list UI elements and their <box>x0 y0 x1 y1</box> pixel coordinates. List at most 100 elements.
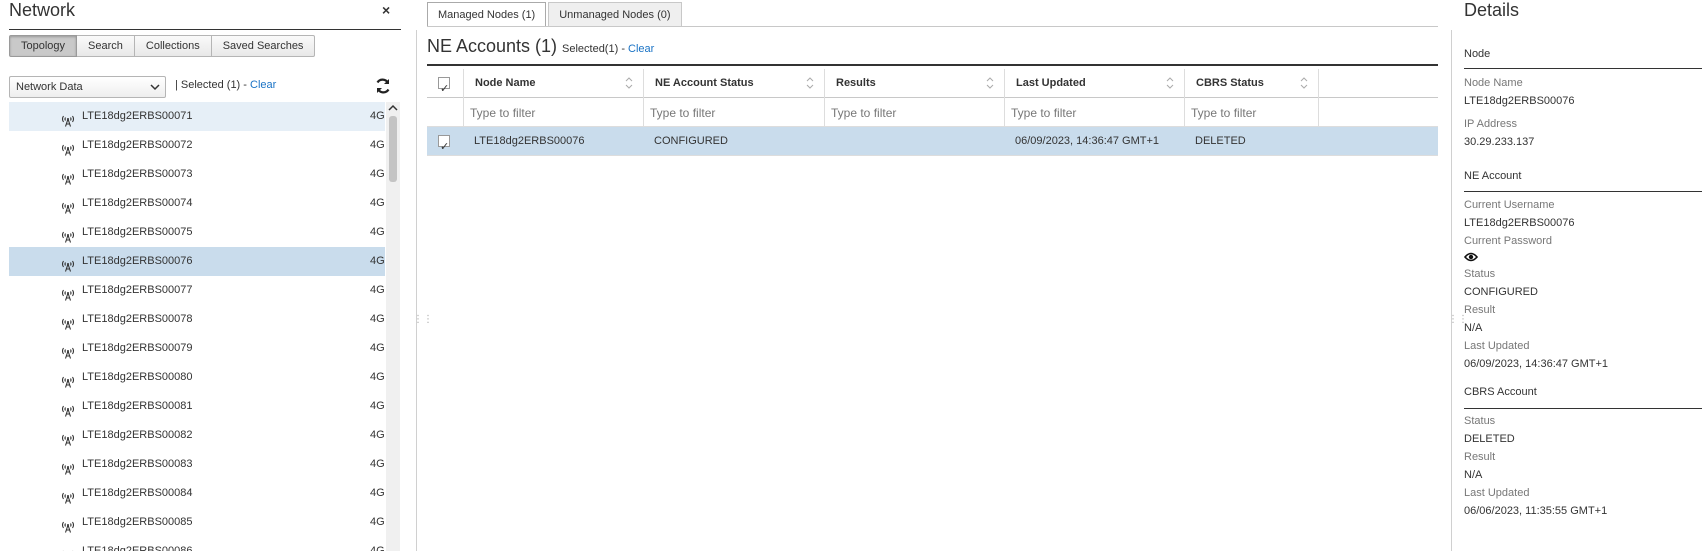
list-item[interactable]: LTE18dg2ERBS00082 4G <box>9 421 385 450</box>
select-all-checkbox[interactable] <box>438 75 450 104</box>
tab-topology[interactable]: Topology <box>9 35 78 57</box>
cbrs-status-value: DELETED <box>1464 433 1515 445</box>
tab-unmanaged-nodes[interactable]: Unmanaged Nodes (0) <box>548 2 682 26</box>
node-type: 4G <box>370 400 385 412</box>
tab-saved-searches[interactable]: Saved Searches <box>211 35 316 57</box>
list-item[interactable]: LTE18dg2ERBS00071 4G <box>9 102 385 131</box>
column-header-results[interactable]: Results <box>824 69 1004 98</box>
filter-input-ne-account-status[interactable] <box>648 102 818 123</box>
chevron-down-icon <box>150 77 160 105</box>
node-type: 4G <box>370 110 385 122</box>
node-type: 4G <box>370 458 385 470</box>
node-type: 4G <box>370 545 385 551</box>
column-header-node-name[interactable]: Node Name <box>463 69 643 98</box>
filter-input-node-name[interactable] <box>468 102 638 123</box>
ne-clear-link[interactable]: Clear <box>628 43 654 55</box>
list-item[interactable]: LTE18dg2ERBS00074 4G <box>9 189 385 218</box>
node-name: LTE18dg2ERBS00073 <box>82 168 193 180</box>
ne-selection-info: Selected(1) - Clear <box>562 43 654 55</box>
eye-icon[interactable] <box>1463 251 1479 263</box>
cbrs-result-label: Result <box>1464 451 1496 463</box>
node-type: 4G <box>370 226 385 238</box>
list-item[interactable]: LTE18dg2ERBS00085 4G <box>9 508 385 537</box>
list-item[interactable]: LTE18dg2ERBS00072 4G <box>9 131 385 160</box>
list-item[interactable]: LTE18dg2ERBS00078 4G <box>9 305 385 334</box>
resize-handle-left[interactable]: ⋮⋮ <box>413 315 433 330</box>
current-password-label: Current Password <box>1464 235 1553 247</box>
antenna-icon <box>61 313 75 330</box>
antenna-icon <box>61 545 75 551</box>
node-type: 4G <box>370 284 385 296</box>
ne-result-label: Result <box>1464 304 1496 316</box>
sort-icon[interactable] <box>1166 75 1174 91</box>
list-item[interactable]: LTE18dg2ERBS00080 4G <box>9 363 385 392</box>
row-select-cell <box>427 127 463 162</box>
current-username-label: Current Username <box>1464 199 1555 211</box>
table-row[interactable]: LTE18dg2ERBS00076 CONFIGURED 06/09/2023,… <box>427 127 1438 162</box>
sort-icon[interactable] <box>625 75 633 91</box>
column-header-last-updated[interactable]: Last Updated <box>1004 69 1184 98</box>
resize-handle-right[interactable]: ⋮⋮ <box>1448 315 1468 330</box>
row-checkbox[interactable] <box>438 133 450 162</box>
tab-collections[interactable]: Collections <box>134 35 212 57</box>
filter-cell-cbrs-status <box>1184 98 1319 127</box>
tab-search[interactable]: Search <box>77 35 135 57</box>
ne-result-value: N/A <box>1464 322 1483 334</box>
list-item[interactable]: LTE18dg2ERBS00083 4G <box>9 450 385 479</box>
list-item[interactable]: LTE18dg2ERBS00086 4G <box>9 537 385 551</box>
antenna-icon <box>61 342 75 359</box>
tab-managed-nodes[interactable]: Managed Nodes (1) <box>427 2 547 26</box>
filter-cell-results <box>824 98 1004 127</box>
refresh-icon[interactable] <box>374 77 392 95</box>
node-list-scrollbar[interactable] <box>386 102 400 551</box>
ne-last-updated-label: Last Updated <box>1464 340 1530 352</box>
list-item[interactable]: LTE18dg2ERBS00076 4G <box>9 247 385 276</box>
filter-input-results[interactable] <box>829 102 999 123</box>
scope-select[interactable]: Network Data <box>9 76 166 98</box>
list-item[interactable]: LTE18dg2ERBS00079 4G <box>9 334 385 363</box>
network-view-tabs: Topology Search Collections Saved Search… <box>9 35 316 57</box>
ne-title-rule <box>427 64 1438 66</box>
page-title: NE Accounts (1) <box>427 36 558 56</box>
network-title: Network <box>9 0 76 20</box>
node-name: LTE18dg2ERBS00071 <box>82 110 193 122</box>
list-item[interactable]: LTE18dg2ERBS00075 4G <box>9 218 385 247</box>
column-header-cbrs-status[interactable]: CBRS Status <box>1184 69 1319 98</box>
filter-cell-ne-account-status <box>643 98 824 127</box>
sort-icon[interactable] <box>986 75 994 91</box>
list-item[interactable]: LTE18dg2ERBS00077 4G <box>9 276 385 305</box>
list-item[interactable]: LTE18dg2ERBS00073 4G <box>9 160 385 189</box>
table-filter-row <box>427 98 1438 127</box>
node-name-value: LTE18dg2ERBS00076 <box>1464 95 1575 107</box>
node-name: LTE18dg2ERBS00079 <box>82 342 193 354</box>
filter-spacer <box>427 98 463 127</box>
column-label: CBRS Status <box>1196 77 1264 89</box>
cell-ne-account-status: CONFIGURED <box>654 135 728 147</box>
ne-selected-text: Selected(1) <box>562 43 619 55</box>
filter-input-cbrs-status[interactable] <box>1189 102 1314 123</box>
current-username-value: LTE18dg2ERBS00076 <box>1464 217 1575 229</box>
scrollbar-thumb[interactable] <box>389 116 397 182</box>
ne-status-label: Status <box>1464 268 1496 280</box>
ne-account-section-title: NE Account <box>1464 170 1522 182</box>
cell-node-name: LTE18dg2ERBS00076 <box>474 135 585 147</box>
column-label: Last Updated <box>1016 77 1086 89</box>
network-clear-link[interactable]: Clear <box>250 79 276 91</box>
header-select-cell <box>427 69 463 104</box>
column-header-ne-account-status[interactable]: NE Account Status <box>643 69 824 98</box>
scroll-up-icon[interactable] <box>388 104 398 115</box>
node-name: LTE18dg2ERBS00075 <box>82 226 193 238</box>
close-icon[interactable]: × <box>382 2 390 18</box>
node-name: LTE18dg2ERBS00072 <box>82 139 193 151</box>
sort-icon[interactable] <box>806 75 814 91</box>
column-label: NE Account Status <box>655 77 754 89</box>
list-item[interactable]: LTE18dg2ERBS00081 4G <box>9 392 385 421</box>
column-label: Results <box>836 77 876 89</box>
list-item[interactable]: LTE18dg2ERBS00084 4G <box>9 479 385 508</box>
node-type: 4G <box>370 197 385 209</box>
network-panel: Network × Topology Search Collections Sa… <box>0 0 402 551</box>
node-name-label: Node Name <box>1464 77 1523 89</box>
antenna-icon <box>61 458 75 475</box>
filter-input-last-updated[interactable] <box>1009 102 1179 123</box>
sort-icon[interactable] <box>1300 75 1308 91</box>
